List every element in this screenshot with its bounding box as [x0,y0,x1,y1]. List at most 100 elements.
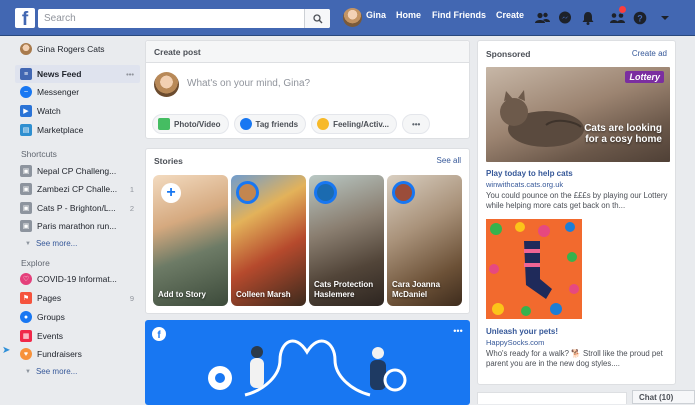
search-input[interactable] [38,9,330,28]
shortcut-item[interactable]: ▣ Paris marathon run... [15,217,140,235]
tag-friends-button[interactable]: Tag friends [233,114,307,134]
profile-link[interactable]: Gina Rogers Cats [15,40,140,58]
sponsored-panel: Sponsored Create ad Lottery Cats are loo… [477,40,676,385]
see-more-label: See more... [35,239,78,248]
ad-title[interactable]: Play today to help cats [486,169,573,178]
feeling-smiley-icon [317,118,330,130]
svg-text:•••: ••• [453,326,462,336]
post-composer-input[interactable]: What's on your mind, Gina? [187,78,310,89]
explore-label: COVID-19 Informat... [37,274,117,284]
story-avatar [236,181,259,204]
shortcuts-see-more[interactable]: ▼ See more... [25,239,77,248]
photo-video-button[interactable]: Photo/Video [152,114,229,134]
button-label: Feeling/Activ... [333,119,389,129]
svg-text:?: ? [637,13,643,23]
sidebar-item-covid[interactable]: ♡ COVID-19 Informat... [15,270,140,288]
create-post-card: Create post What's on your mind, Gina? P… [145,40,470,139]
ad-description: Who's ready for a walk? 🐕 Stroll like th… [486,349,663,368]
ad-title[interactable]: Unleash your pets! [486,327,558,336]
profile-avatar [20,43,32,55]
shortcut-label: Zambezi CP Challe... [37,184,118,194]
fundraisers-icon: ♥ [20,348,32,360]
user-avatar[interactable] [343,8,362,27]
see-all-stories-link[interactable]: See all [437,156,461,165]
story-name: Cats Protection Haslemere [314,280,374,299]
story-card[interactable]: Cara Joanna McDaniel [387,175,462,306]
group-icon: ▣ [20,183,32,195]
account-menu-icon[interactable] [657,10,673,26]
facebook-logo[interactable]: f [15,8,35,28]
explore-label: Pages [37,293,62,303]
more-options-button[interactable]: ••• [401,114,431,134]
create-ad-link[interactable]: Create ad [632,49,667,58]
pages-flag-icon: ⚑ [20,292,32,304]
shortcut-count: 2 [129,203,134,213]
explore-see-more[interactable]: ▼ See more... [25,367,77,376]
sidebar-item-news-feed[interactable]: ≡ News Feed ••• [15,65,140,83]
covid-info-icon: ♡ [20,273,32,285]
ad-domain[interactable]: winwithcats.cats.org.uk [486,180,563,189]
see-more-label: See more... [35,367,78,376]
watch-icon: ▶ [20,105,32,117]
feed-post-illustration[interactable]: f ••• [145,320,470,405]
story-name: Add to Story [158,290,206,299]
ad-domain[interactable]: HappySocks.com [486,338,544,347]
chevron-down-icon: ▼ [25,368,31,375]
story-avatar [314,181,337,204]
notifications-icon[interactable] [580,10,596,26]
sidebar-item-label: News Feed [37,69,82,79]
sidebar-item-watch[interactable]: ▶ Watch [15,102,140,120]
post-actions: Photo/Video Tag friends Feeling/Activ...… [152,114,431,134]
create-link[interactable]: Create [496,10,524,20]
avatar [154,72,179,97]
story-name: Cara Joanna McDaniel [392,280,441,299]
sidebar-item-groups[interactable]: ● Groups [15,308,140,326]
shortcut-label: Cats P - Brighton/L... [37,203,116,213]
events-calendar-icon: ▦ [20,330,32,342]
ad-image-cats[interactable]: Lottery Cats are looking for a cosy home [486,67,670,162]
story-card[interactable]: Colleen Marsh [231,175,306,306]
help-icon[interactable]: ? [632,10,648,26]
create-post-title: Create post [146,41,469,63]
friends-icon[interactable] [534,10,550,26]
chat-button[interactable]: Chat (10) [632,390,695,404]
stories-card: Stories See all + Add to Story Colleen M… [145,148,470,314]
messenger-icon: ~ [20,86,32,98]
ad-image-caption: Cats are looking for a cosy home [584,123,662,145]
group-icon: ▣ [20,202,32,214]
right-panel-card [477,392,627,404]
add-story-icon: + [161,183,181,203]
home-link[interactable]: Home [396,10,421,20]
shortcut-item[interactable]: ▣ Nepal CP Challeng... [15,162,140,180]
shortcut-item[interactable]: ▣ Zambezi CP Challe... 1 [15,180,140,198]
sidebar-item-events[interactable]: ▦ Events [15,327,140,345]
explore-label: Groups [37,312,65,322]
profile-link[interactable]: Gina [366,10,386,20]
search-button[interactable] [304,9,330,28]
marketplace-icon: ▤ [20,124,32,136]
sidebar-item-pages[interactable]: ⚑ Pages 9 [15,289,140,307]
more-icon: ••• [411,119,421,129]
sidebar-item-label: Watch [37,106,61,116]
sidebar-item-label: Messenger [37,87,80,97]
explore-label: Fundraisers [37,349,82,359]
feeling-activity-button[interactable]: Feeling/Activ... [311,114,397,134]
top-navigation-bar: f Gina Home Find Friends Create ? [0,0,695,36]
sidebar-item-fundraisers[interactable]: ♥ Fundraisers [15,345,140,363]
covid-illustration: f ••• [152,326,463,397]
story-card[interactable]: Cats Protection Haslemere [309,175,384,306]
news-feed-options[interactable]: ••• [126,70,134,79]
chevron-down-icon: ▼ [25,240,31,247]
story-name: Colleen Marsh [236,290,291,299]
sidebar-item-messenger[interactable]: ~ Messenger [15,83,140,101]
story-card-add[interactable]: + Add to Story [153,175,228,306]
shortcut-item[interactable]: ▣ Cats P - Brighton/L... 2 [15,199,140,217]
pointer-arrow-icon: ➤ [2,345,11,356]
sidebar-item-marketplace[interactable]: ▤ Marketplace [15,121,140,139]
messenger-icon[interactable] [557,10,573,26]
explore-label: Events [37,331,63,341]
find-friends-link[interactable]: Find Friends [432,10,486,20]
ad-image-socks[interactable] [486,219,582,319]
shortcut-label: Nepal CP Challeng... [37,166,117,176]
shortcut-count: 1 [129,184,134,194]
